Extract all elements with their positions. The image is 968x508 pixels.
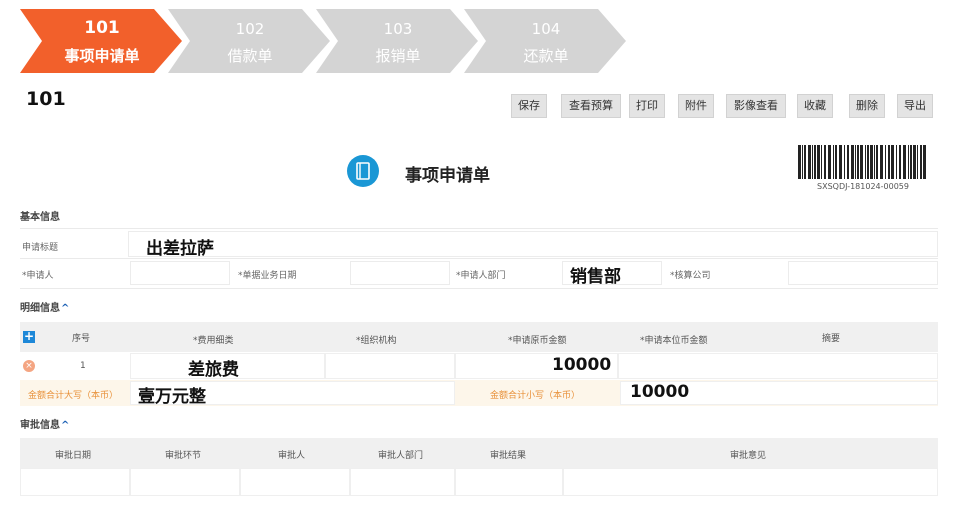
step-number: 103 <box>383 20 413 38</box>
attachment-button[interactable]: 附件 <box>678 94 714 118</box>
divider <box>20 288 938 289</box>
total-lower-label: 金额合计小写（本币） <box>490 391 581 401</box>
step-wizard: 101 事项申请单 102 借款单 103 报销单 104 还款单 <box>20 9 640 73</box>
divider <box>20 228 938 229</box>
column-header: 审批人部门 <box>378 451 424 461</box>
total-upper-label: 金额合计大写（本币） <box>28 391 119 401</box>
delete-button[interactable]: 删除 <box>849 94 885 118</box>
export-button[interactable]: 导出 <box>897 94 933 118</box>
barcode-number: SXSQDJ-181024-00059 <box>817 182 909 191</box>
section-approval-info[interactable]: 审批信息^ <box>20 416 69 431</box>
column-header: *费用细类 <box>193 336 234 346</box>
title-value: 出差拉萨 <box>146 239 214 259</box>
image-view-button[interactable]: 影像查看 <box>726 94 786 118</box>
section-detail-info[interactable]: 明细信息^ <box>20 299 69 314</box>
collapse-caret-icon: ^ <box>61 303 70 314</box>
step-number: 104 <box>531 20 561 38</box>
approval-cell <box>240 468 350 496</box>
divider <box>20 258 938 259</box>
detail-table-header <box>20 322 938 352</box>
delete-row-icon[interactable]: × <box>23 360 35 372</box>
approval-cell <box>563 468 938 496</box>
amount-value: 10000 <box>552 355 612 375</box>
step-label: 事项申请单 <box>64 47 140 65</box>
total-lower-value: 10000 <box>630 382 690 402</box>
document-icon <box>347 155 379 187</box>
business-date-label: *单据业务日期 <box>238 271 297 281</box>
step-number: 101 <box>84 18 120 38</box>
org-cell[interactable] <box>325 353 455 379</box>
step-number: 102 <box>235 20 265 38</box>
column-header: 审批环节 <box>165 451 202 461</box>
applicant-label: *申请人 <box>22 271 54 281</box>
collapse-caret-icon: ^ <box>61 420 70 431</box>
applicant-field[interactable] <box>130 261 230 285</box>
total-upper-value: 壹万元整 <box>138 387 206 407</box>
step-103[interactable]: 103 报销单 <box>316 9 478 73</box>
column-header: 审批结果 <box>490 451 527 461</box>
approval-cell <box>455 468 563 496</box>
step-label: 还款单 <box>523 47 569 65</box>
column-header: 审批人 <box>278 451 306 461</box>
company-field[interactable] <box>788 261 938 285</box>
column-header: *申请原币金额 <box>508 336 567 346</box>
save-button[interactable]: 保存 <box>511 94 547 118</box>
step-101[interactable]: 101 事项申请单 <box>20 9 182 73</box>
view-budget-button[interactable]: 查看预算 <box>561 94 621 118</box>
step-104[interactable]: 104 还款单 <box>464 9 626 73</box>
section-title: 审批信息 <box>20 420 60 431</box>
column-header: 审批意见 <box>730 451 767 461</box>
step-102[interactable]: 102 借款单 <box>168 9 330 73</box>
approval-cell <box>130 468 240 496</box>
title-field[interactable] <box>128 231 938 257</box>
approval-cell <box>350 468 455 496</box>
form-title: 事项申请单 <box>405 166 490 186</box>
local-amount-cell[interactable] <box>618 353 938 379</box>
section-basic-info: 基本信息 <box>20 212 60 223</box>
step-label: 借款单 <box>227 47 273 65</box>
row-index: 1 <box>80 361 86 371</box>
column-header: *申请本位币金额 <box>640 336 708 346</box>
add-row-icon[interactable]: + <box>23 330 35 343</box>
step-label: 报销单 <box>375 47 421 65</box>
approval-table-header <box>20 438 938 468</box>
business-date-field[interactable] <box>350 261 450 285</box>
print-button[interactable]: 打印 <box>629 94 665 118</box>
page-code: 101 <box>26 88 66 110</box>
department-value: 销售部 <box>570 267 621 287</box>
approval-cell <box>20 468 130 496</box>
section-title: 明细信息 <box>20 303 60 314</box>
title-label: 申请标题 <box>22 243 59 253</box>
column-header: 审批日期 <box>55 451 92 461</box>
favorite-button[interactable]: 收藏 <box>797 94 833 118</box>
barcode-image <box>798 145 926 179</box>
column-header: *组织机构 <box>356 336 397 346</box>
column-header: 序号 <box>72 334 91 344</box>
expense-type-value: 差旅费 <box>188 360 239 380</box>
department-label: *申请人部门 <box>456 271 506 281</box>
company-label: *核算公司 <box>670 271 711 281</box>
column-header: 摘要 <box>822 334 841 344</box>
